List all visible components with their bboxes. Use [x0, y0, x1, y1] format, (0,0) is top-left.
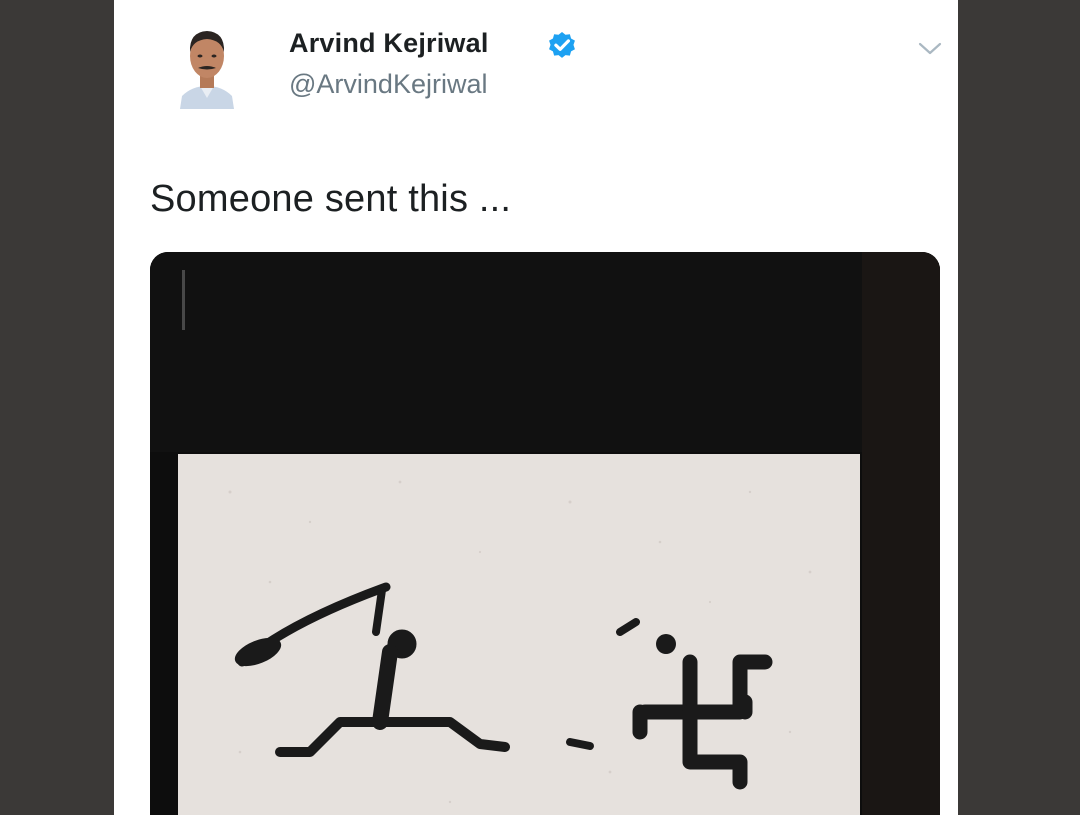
- chevron-down-icon[interactable]: [916, 38, 944, 60]
- verified-badge-icon: [546, 30, 578, 62]
- tweet-media-photo[interactable]: [150, 252, 940, 815]
- author-name[interactable]: Arvind Kejriwal: [289, 28, 489, 59]
- tweet-text: Someone sent this ...: [150, 178, 512, 220]
- avatar[interactable]: [172, 14, 242, 109]
- author-handle[interactable]: @ArvindKejriwal: [289, 69, 487, 100]
- avatar-photo: [172, 14, 242, 109]
- tweet-card: Arvind Kejriwal @ArvindKejriwal Someone …: [114, 0, 958, 815]
